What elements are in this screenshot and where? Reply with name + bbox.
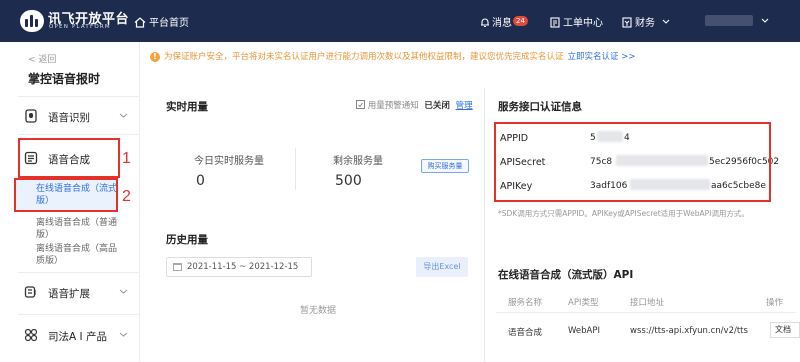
speech-recognition-icon [25, 109, 37, 123]
stat-divider [295, 148, 296, 190]
annotation-label-2: 2 [122, 188, 131, 205]
realtime-usage-title: 实时用量 [166, 101, 208, 113]
chevron-down-icon [119, 289, 128, 294]
ticket-center-label: 工单中心 [563, 18, 603, 29]
sidebar-item-label: 语音扩展 [48, 288, 90, 300]
user-account-menu[interactable] [701, 10, 773, 32]
column-header-service: 服务名称 [508, 298, 543, 308]
chevron-down-icon [119, 332, 128, 337]
column-divider [484, 88, 485, 362]
sidebar-divider [18, 96, 140, 97]
export-excel-button[interactable]: 导出Excel [416, 257, 468, 277]
remaining-usage-label: 剩余服务量 [333, 156, 383, 167]
remaining-usage-value: 500 [335, 173, 362, 189]
column-header-url: 接口地址 [630, 298, 665, 308]
sidebar-item-label: 语音识别 [48, 112, 90, 124]
empty-data-label: 暂无数据 [300, 306, 337, 316]
today-usage-label: 今日实时服务量 [194, 156, 264, 167]
brand-subtitle: OPEN PLATFORM [49, 24, 111, 30]
finance-icon [622, 17, 632, 28]
messages-count-badge: 24 [513, 16, 528, 26]
sidebar-item-speech-extension[interactable]: 语音扩展 [0, 274, 139, 310]
chevron-down-icon [761, 18, 769, 23]
home-nav-link[interactable]: 平台首页 [134, 14, 189, 29]
sidebar-divider [18, 134, 140, 135]
finance-label: 财务 [635, 18, 655, 29]
speech-extension-icon [24, 286, 36, 298]
finance-menu[interactable]: 财务 [622, 14, 670, 29]
table-divider [496, 312, 796, 313]
buy-service-button[interactable]: 购买服务量 [421, 159, 469, 173]
annotation-box-2 [14, 178, 118, 212]
messages-label: 消息 [492, 18, 512, 29]
ticket-center-link[interactable]: 工单中心 [550, 14, 603, 29]
date-range-value: 2021-11-15 ~ 2021-12-15 [187, 262, 299, 272]
sidebar-divider [18, 272, 140, 273]
date-range-picker[interactable]: 2021-11-15 ~ 2021-12-15 [166, 257, 312, 277]
sidebar: < 返回 掌控语音报时 语音识别 语音合成 1 在线语音合成（流式版） 2 离线… [0, 42, 140, 362]
bell-icon [481, 18, 489, 28]
verify-now-link[interactable]: 立即实名认证 >> [568, 52, 636, 62]
usage-alert-label: 用量预警通知 [367, 101, 419, 111]
usage-alert-manage-link[interactable]: 管理 [456, 101, 473, 111]
annotation-box-credentials [494, 122, 771, 202]
platform-logo[interactable]: 讯飞开放平台 OPEN PLATFORM [20, 8, 130, 34]
sidebar-subitem-offline-tts-hq[interactable]: 离线语音合成（高品质版） [14, 243, 118, 267]
sidebar-item-label: 司法A I 产品 [48, 331, 107, 343]
app-name: 掌控语音报时 [28, 72, 101, 86]
warning-icon: ! [150, 52, 160, 62]
verification-notice: ! 为保证账户安全，平台将对未实名认证用户进行能力调用次数以及其他权益限制，建议您… [150, 50, 780, 66]
annotation-label-1: 1 [122, 150, 131, 167]
usage-alert-setting: 用量预警通知 已关闭 管理 [356, 99, 473, 111]
sidebar-item-speech-recognition[interactable]: 语音识别 [0, 98, 139, 134]
sidebar-item-judicial-ai[interactable]: 司法A I 产品 [0, 317, 139, 353]
credentials-title: 服务接口认证信息 [498, 101, 582, 113]
logo-icon [20, 10, 44, 32]
api-type-cell: WebAPI [568, 326, 600, 336]
sidebar-divider [18, 314, 140, 315]
top-navigation-bar: 讯飞开放平台 OPEN PLATFORM 平台首页 消息 24 工单中心 财务 [0, 0, 800, 42]
judicial-ai-icon [24, 328, 38, 342]
api-section-title: 在线语音合成（流式版）API [498, 269, 634, 281]
calendar-icon [173, 263, 182, 271]
alert-icon [356, 100, 365, 109]
sidebar-subitem-offline-tts-standard[interactable]: 离线语音合成（普通版） [14, 217, 118, 241]
service-name-cell: 语音合成 [508, 328, 543, 338]
chevron-down-icon [662, 19, 670, 24]
redacted-username [705, 15, 753, 26]
history-usage-title: 历史用量 [166, 234, 208, 246]
ticket-icon [550, 17, 560, 28]
docs-button[interactable]: 文档 [770, 322, 800, 338]
annotation-box-1 [18, 138, 120, 178]
column-header-action: 操作 [766, 298, 784, 308]
chevron-down-icon [119, 113, 128, 118]
home-nav-label: 平台首页 [149, 18, 189, 29]
usage-alert-status: 已关闭 [424, 101, 450, 111]
api-url-cell[interactable]: wss://tts-api.xfyun.cn/v2/tts [630, 326, 748, 336]
home-icon [134, 17, 146, 28]
today-usage-value: 0 [196, 173, 205, 189]
messages-link[interactable]: 消息 24 [480, 14, 528, 29]
back-link[interactable]: < 返回 [28, 52, 56, 65]
column-header-type: API类型 [568, 298, 599, 308]
credentials-hint: *SDK调用方式只需APPID。APIKey或APISecret适用于WebAP… [498, 209, 749, 218]
notice-text: 为保证账户安全，平台将对未实名认证用户进行能力调用次数以及其他权益限制，建议您优… [164, 52, 564, 62]
